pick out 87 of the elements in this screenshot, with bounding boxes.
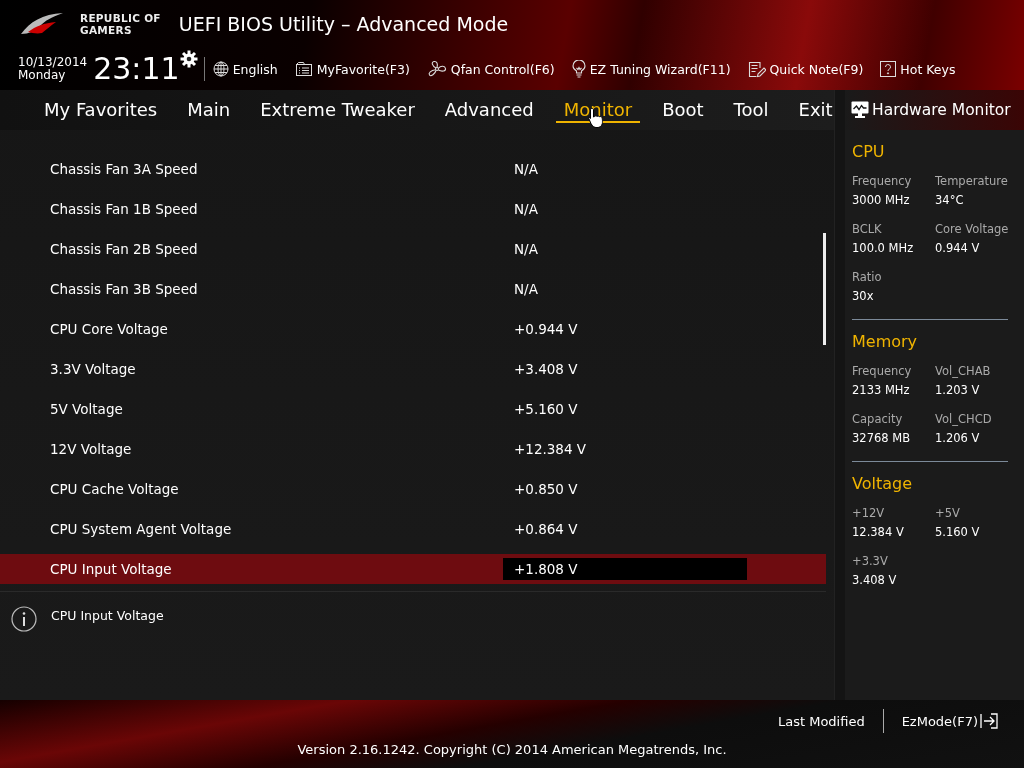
tab[interactable]: My Favorites <box>36 96 166 124</box>
setting-label: 3.3V Voltage <box>49 361 137 377</box>
setting-value: +1.808 V <box>503 558 747 580</box>
last-modified-button[interactable]: Last Modified <box>765 713 877 729</box>
toolbar-button[interactable]: English <box>212 58 278 80</box>
metric-value: 3000 MHz <box>852 193 911 207</box>
setting-label: CPU Cache Voltage <box>49 481 180 497</box>
setting-label: CPU Input Voltage <box>49 561 173 577</box>
setting-value: N/A <box>513 200 539 219</box>
metric-value: 0.944 V <box>935 241 981 255</box>
tab[interactable]: Advanced <box>436 96 542 124</box>
setting-label: Chassis Fan 2B Speed <box>49 241 199 257</box>
metric-value: 3.408 V <box>852 573 898 587</box>
metric-label: +3.3V <box>852 554 889 568</box>
toolbar-button[interactable]: Qfan Control(F6) <box>426 58 555 80</box>
setting-label: CPU Core Voltage <box>49 321 169 337</box>
section-title: Voltage <box>852 473 913 495</box>
metric-value: 1.206 V <box>935 431 981 445</box>
metric-value: 32768 MB <box>852 431 912 445</box>
help-icon <box>880 61 897 77</box>
metric-value: 1.203 V <box>935 383 981 397</box>
brand-text: GAMERS <box>80 24 133 36</box>
metric-label: Temperature <box>935 174 1009 188</box>
metric-label: BCLK <box>852 222 883 236</box>
setting-label: 12V Voltage <box>49 441 133 457</box>
metric-label: Capacity <box>852 412 904 426</box>
fan-icon <box>426 60 447 78</box>
metric-label: Ratio <box>852 270 883 284</box>
version-text: Version 2.16.1242. Copyright (C) 2014 American Megatrends, Inc. <box>297 742 727 757</box>
globe-icon <box>212 61 229 77</box>
setting-value: +0.850 V <box>513 480 579 499</box>
metric-value: 5.160 V <box>935 525 981 539</box>
note-pencil-icon <box>747 60 766 78</box>
tab[interactable]: Monitor <box>555 97 641 123</box>
ez-mode-button[interactable]: EzMode(F7) <box>889 713 1010 729</box>
setting-value: +0.944 V <box>513 320 579 339</box>
brand-text: REPUBLIC OF <box>80 12 161 24</box>
tab[interactable]: Main <box>179 96 239 124</box>
info-icon <box>11 606 37 632</box>
setting-label: Chassis Fan 3A Speed <box>49 161 199 177</box>
day-text: Monday <box>18 69 67 82</box>
logo-icon <box>20 12 64 36</box>
setting-value: N/A <box>513 160 539 179</box>
metric-label: Core Voltage <box>935 222 1009 236</box>
light-bulb-icon <box>571 60 586 78</box>
metric-label: +12V <box>852 506 886 520</box>
setting-value: +12.384 V <box>513 440 588 459</box>
toolbar-button[interactable]: Hot Keys <box>880 58 956 80</box>
help-text: CPU Input Voltage <box>51 607 164 625</box>
metric-value: 100.0 MHz <box>852 241 915 255</box>
window-title: UEFI BIOS Utility – Advanced Mode <box>178 13 509 35</box>
setting-value: +3.408 V <box>513 360 579 379</box>
list-icon <box>294 62 313 76</box>
metric-value: 30x <box>852 289 875 303</box>
tab[interactable]: Extreme Tweaker <box>252 96 423 124</box>
exit-icon <box>980 713 998 729</box>
selected-row[interactable]: CPU Input Voltage +1.808 V <box>0 554 826 584</box>
metric-value: 34°C <box>935 193 965 207</box>
monitor-icon <box>851 101 869 119</box>
metric-label: Vol_CHAB <box>935 364 992 378</box>
metric-value: 2133 MHz <box>852 383 911 397</box>
scrollbar[interactable] <box>823 233 826 345</box>
tab[interactable]: Tool <box>725 96 777 124</box>
tab[interactable]: Exit <box>790 96 841 124</box>
setting-value: +0.864 V <box>513 520 579 539</box>
tab[interactable]: Boot <box>654 96 712 124</box>
metric-label: Frequency <box>852 364 913 378</box>
toolbar-button[interactable]: EZ Tuning Wizard(F11) <box>571 58 731 80</box>
clock-time: 23:11 <box>93 53 180 85</box>
settings-icon[interactable] <box>179 50 198 68</box>
setting-label: Chassis Fan 3B Speed <box>49 281 199 297</box>
metric-label: Frequency <box>852 174 913 188</box>
setting-value: +5.160 V <box>513 400 579 419</box>
section-title: Memory <box>852 331 919 353</box>
metric-label: Vol_CHCD <box>935 412 993 426</box>
metric-label: +5V <box>935 506 961 520</box>
setting-value: N/A <box>513 240 539 259</box>
toolbar-button[interactable]: Quick Note(F9) <box>747 58 864 80</box>
setting-label: 5V Voltage <box>49 401 124 417</box>
setting-value: N/A <box>513 280 539 299</box>
section-title: CPU <box>852 141 886 163</box>
date-text: 10/13/2014 <box>18 56 88 69</box>
setting-label: Chassis Fan 1B Speed <box>49 201 199 217</box>
toolbar-button[interactable]: MyFavorite(F3) <box>294 58 410 80</box>
panel-title: Hardware Monitor <box>872 101 1011 119</box>
setting-label: CPU System Agent Voltage <box>49 521 233 537</box>
metric-value: 12.384 V <box>852 525 905 539</box>
